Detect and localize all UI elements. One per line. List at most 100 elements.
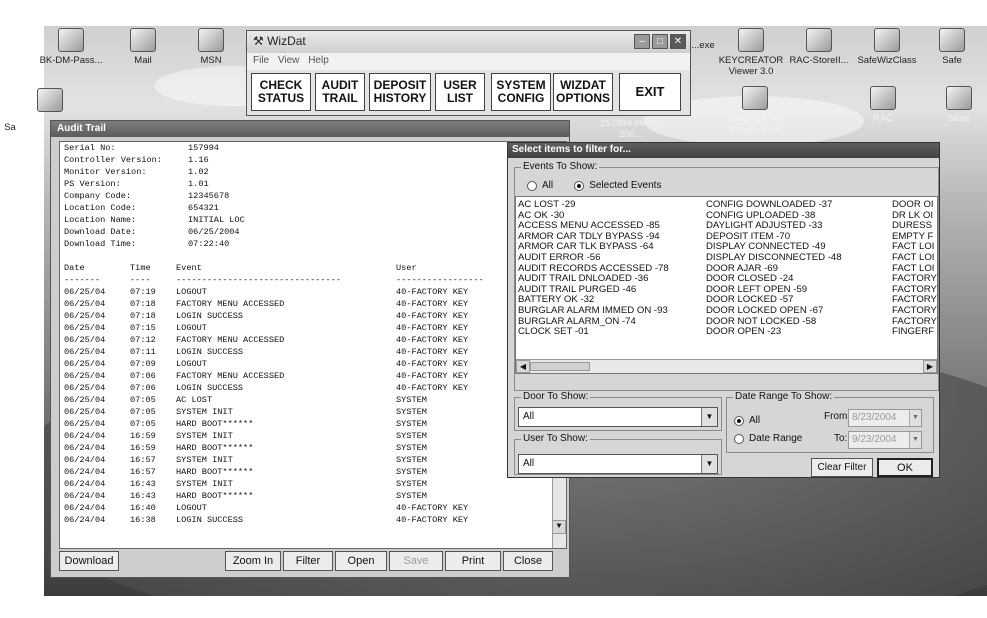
event-list-item[interactable]: CLOCK SET -01 [518,327,669,338]
table-row[interactable]: 06/25/04 07:18 FACTORY MENU ACCESSED 40-FAC… [64,298,562,310]
table-row[interactable]: 06/24/04 16:57 SYSTEM INIT SYSTEM [64,454,562,466]
event-list-item[interactable]: DOOR OI [892,199,937,211]
table-row[interactable]: 06/25/04 07:11 LOGIN SUCCESS 40-FACTORY KEY [64,346,562,358]
open-button[interactable]: Open [335,551,387,571]
close-icon[interactable]: ✕ [670,34,686,49]
events-list[interactable]: AC LOST -29 AC OK -30 ACCESS MENU ACCESSED… [515,196,938,374]
table-row[interactable]: 06/24/04 16:43 HARD BOOT****** SYSTEM [64,490,562,502]
table-row[interactable]: 06/24/04 16:40 LOGOUT 40-FACTORY KEY [64,502,562,514]
table-row[interactable]: 06/25/04 07:05 SYSTEM INIT SYSTEM [64,406,562,418]
table-row[interactable]: 06/24/04 16:59 SYSTEM INIT SYSTEM [64,430,562,442]
table-row[interactable]: 06/25/04 07:06 FACTORY MENU ACCESSED 40-FAC… [64,370,562,382]
desktop-icon[interactable]: CADKEY 99 Viewer R1.0 [720,86,790,135]
deposit-history-button[interactable]: DEPOSIT HISTORY [369,73,431,111]
desktop-icon[interactable]: SafeWizClass [852,28,922,66]
date-range-radio[interactable]: Date Range [734,433,802,444]
ok-button[interactable]: OK [877,458,933,477]
maximize-icon[interactable]: □ [652,34,668,49]
report-column-headers: Date Time Event User [64,262,562,274]
table-row[interactable]: 06/25/04 07:05 HARD BOOT****** SYSTEM [64,418,562,430]
event-list-item[interactable]: DISPLAY DISCONNECTED -48 [706,252,842,264]
desktop-icon[interactable]: RAC-StoreII... [784,28,854,66]
radio-dot [527,180,537,191]
chevron-down-icon[interactable]: ▼ [909,410,921,426]
system-config-button[interactable]: SYSTEM CONFIG [491,73,551,111]
events-column-1: AC LOST -29 AC OK -30 ACCESS MENU ACCESSED… [518,199,669,338]
zoom-in-button[interactable]: Zoom In [225,551,281,571]
wizdat-titlebar[interactable]: ⚒ WizDat [247,31,690,53]
desktop-icon[interactable] [30,88,70,115]
table-row[interactable]: 06/25/04 07:05 AC LOST SYSTEM [64,394,562,406]
user-select[interactable]: All ▼ [518,454,718,474]
event-list-item[interactable]: DOOR LOCKED OPEN -67 [706,305,842,317]
menu-file[interactable]: File [253,55,269,66]
audit-trail-titlebar[interactable]: Audit Trail [51,121,569,137]
cell-time: 07:09 [130,359,156,369]
table-row[interactable]: 06/25/04 07:06 LOGIN SUCCESS 40-FACTORY KEY [64,382,562,394]
from-date-picker[interactable]: 8/23/2004 ▼ [848,409,922,427]
desktop-icon[interactable]: BK-DM-Pass... [36,28,106,66]
close-button[interactable]: Close [503,551,553,571]
wizdat-options-button[interactable]: WIZDAT OPTIONS [553,73,613,111]
desktop-icon[interactable]: Safe [922,28,982,66]
print-button[interactable]: Print [445,551,501,571]
report-info-row: Download Date: 06/25/2004 [64,226,562,238]
table-row[interactable]: 06/25/04 07:19 LOGOUT 40-FACTORY KEY [64,286,562,298]
desktop-icon[interactable]: Store [934,86,984,124]
event-list-item[interactable]: FINGERF [892,327,937,338]
scrollbar-thumb[interactable] [530,362,590,371]
table-row[interactable]: 06/25/04 07:12 FACTORY MENU ACCESSED 40-FAC… [64,334,562,346]
desktop-icon[interactable]: MSN [176,28,246,66]
user-list-button[interactable]: USER LIST [435,73,485,111]
filter-button[interactable]: Filter [283,551,333,571]
scroll-down-icon[interactable]: ▼ [552,520,566,534]
events-all-radio[interactable]: All [527,180,553,191]
menu-help[interactable]: Help [308,55,329,66]
from-label: From: [824,411,851,422]
save-button[interactable]: Save [389,551,443,571]
check-status-button[interactable]: CHECK STATUS [251,73,311,111]
event-list-item[interactable]: AC LOST -29 [518,199,669,211]
minimize-icon[interactable]: – [634,34,650,49]
chevron-down-icon[interactable]: ▼ [909,432,921,448]
filter-dialog-titlebar[interactable]: Select items to filter for... [508,143,939,158]
door-select[interactable]: All ▼ [518,407,718,427]
event-list-item[interactable]: BURGLAR ALARM IMMED ON -93 [518,305,669,317]
table-row[interactable]: 06/24/04 16:59 HARD BOOT****** SYSTEM [64,442,562,454]
menu-view[interactable]: View [278,55,300,66]
chevron-down-icon[interactable]: ▼ [701,455,717,473]
report-info-row: Controller Version: 1.16 [64,154,562,166]
events-selected-radio[interactable]: Selected Events [574,180,661,191]
table-row[interactable]: 06/24/04 16:43 SYSTEM INIT SYSTEM [64,478,562,490]
scroll-right-icon[interactable]: ▶ [923,360,937,373]
desktop-icon[interactable]: RAC [848,86,918,124]
event-list-item[interactable]: AUDIT ERROR -56 [518,252,669,264]
clear-filter-button[interactable]: Clear Filter [811,458,873,477]
table-row[interactable]: 06/24/04 16:57 HARD BOOT****** SYSTEM [64,466,562,478]
audit-trail-report[interactable]: Serial No: 157994 Controller Version: 1.16 M… [59,141,567,549]
table-row[interactable]: 06/25/04 07:15 LOGOUT 40-FACTORY KEY [64,322,562,334]
date-all-radio[interactable]: All [734,415,760,426]
to-date-picker[interactable]: 9/23/2004 ▼ [848,431,922,449]
scroll-left-icon[interactable]: ◀ [516,360,530,373]
download-button[interactable]: Download [59,551,119,571]
horizontal-scrollbar[interactable]: ◀ ▶ [516,359,937,373]
event-list-item[interactable]: FACT LOI [892,252,937,264]
exit-button[interactable]: EXIT [619,73,681,111]
table-row[interactable]: 06/25/04 07:09 LOGOUT 40-FACTORY KEY [64,358,562,370]
table-row[interactable]: 06/25/04 07:18 LOGIN SUCCESS 40-FACTORY KEY [64,310,562,322]
desktop-icon[interactable]: ...exe [686,40,720,51]
event-list-item[interactable]: DOOR OPEN -23 [706,327,842,338]
table-row[interactable]: 06/24/04 16:38 LOGIN SUCCESS 40-FACTORY KEY [64,514,562,526]
event-list-item[interactable]: CONFIG DOWNLOADED -37 [706,199,842,211]
desktop-icon-label: RAC [872,113,894,124]
desktop-icon[interactable]: KEYCREATOR Viewer 3.0 [716,28,786,77]
desktop-icon[interactable]: 157994 06-25-200... [596,118,666,140]
desktop-icon-label: MSN [200,55,222,66]
audit-trail-button[interactable]: AUDIT TRAIL [315,73,365,111]
event-list-item[interactable]: FACTORY [892,305,937,317]
desktop-icon[interactable]: Mail [108,28,178,66]
cell-time: 07:06 [130,383,156,393]
cell-time: 16:57 [130,467,156,477]
chevron-down-icon[interactable]: ▼ [701,408,717,426]
